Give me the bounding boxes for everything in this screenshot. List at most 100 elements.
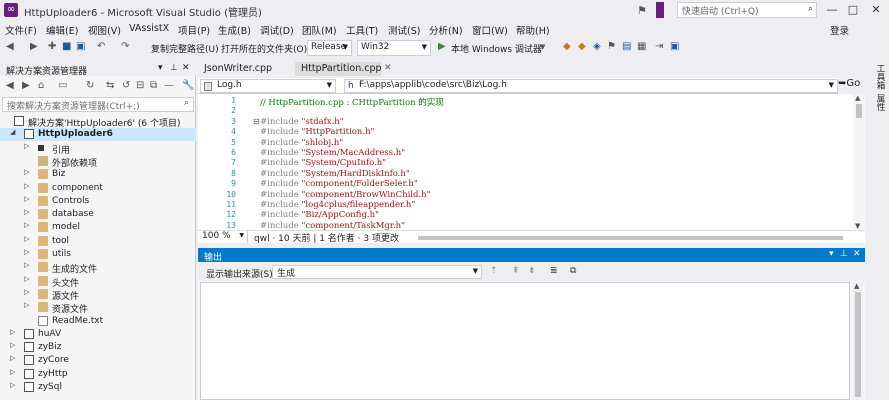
tab-httppartition[interactable]: HttpPartition.cpp [295,62,382,76]
va-tool-icon[interactable]: ◈ [593,41,601,52]
collapsed-arrow-icon[interactable]: ▷ [24,248,29,256]
tree-folder-item[interactable]: ▷ Controls [0,195,196,208]
collapsed-arrow-icon[interactable]: ▷ [24,235,29,243]
solution-search-input[interactable]: 搜索解决方案资源管理器(Ctrl+;) ⌕ [2,97,194,112]
wrench-icon[interactable]: 🔧 [182,80,194,91]
tree-folder-item[interactable]: ▷ 头文件 [0,275,196,289]
minimize-button[interactable]: — [822,2,842,18]
collapse-all-icon[interactable]: ⊟ [136,80,144,91]
restore-button[interactable]: □ [843,2,863,18]
feedback-flag-icon[interactable]: ⚑ [637,4,647,17]
tree-project-item[interactable]: ▷ huAV [0,328,196,341]
tree-project-item[interactable]: ▷ zySql [0,381,196,394]
menu-window[interactable]: 窗口(W) [472,23,508,37]
open-containing-folder-button[interactable]: 打开所在的文件夹(O) [221,42,307,55]
tree-folder-item[interactable]: ▷ component [0,182,196,195]
tree-item[interactable]: ▷ 引用 [0,142,196,156]
undo-icon[interactable]: ↶ [97,41,105,52]
forward-icon[interactable]: ▶ [30,41,38,52]
comment-icon[interactable]: ▤ [622,41,631,52]
collapsed-arrow-icon[interactable]: ▷ [10,328,15,336]
va-tool-icon[interactable]: ◆ [563,41,571,52]
minus-icon[interactable]: — [164,80,174,91]
close-button[interactable]: ✕ [866,2,886,18]
editor-vertical-scrollbar[interactable]: ▲ ▼ [853,94,865,230]
copy-full-path-button[interactable]: 复制完整路径(U) [151,42,219,55]
collapsed-arrow-icon[interactable]: ▷ [24,208,29,216]
go-button[interactable]: ➥Go [838,78,874,94]
expanded-arrow-icon[interactable]: ◢ [10,128,15,136]
tree-project-item[interactable]: ▷ zyBiz [0,341,196,354]
clear-all-icon[interactable]: ≣ [550,266,558,276]
history-icon[interactable]: ↻ [86,80,94,91]
collapsed-arrow-icon[interactable]: ▷ [24,275,29,283]
menu-help[interactable]: 帮助(H) [516,23,550,37]
tree-folder-item[interactable]: ▷ model [0,221,196,234]
previous-message-icon[interactable]: ⇞ [512,266,520,276]
tree-item[interactable]: 外部依赖项 [0,155,196,169]
code-editor[interactable]: 1 2 3 4 5 6 7 8 9 10 11 12 13 // HttpPartition.cpp :… [198,94,853,231]
run-icon[interactable]: ▶ [438,41,446,52]
scrollbar-thumb[interactable] [855,292,861,397]
menu-analyze[interactable]: 分析(N) [429,23,463,37]
save-icon[interactable]: ■ [62,41,71,52]
menu-debug[interactable]: 调试(D) [260,23,294,37]
collapsed-arrow-icon[interactable]: ▷ [10,341,15,349]
va-tool-icon[interactable]: ◆ [578,41,586,52]
menu-build[interactable]: 生成(B) [218,23,251,37]
fold-toggle-icon[interactable]: ⊟ [253,117,260,126]
collapsed-arrow-icon[interactable]: ▷ [10,368,15,376]
toolbox-tab[interactable]: 工具箱 [874,64,886,90]
collapsed-arrow-icon[interactable]: ▷ [10,381,15,389]
collapsed-arrow-icon[interactable]: ▷ [24,195,29,203]
collapsed-arrow-icon[interactable]: ▷ [24,182,29,190]
menu-test[interactable]: 测试(S) [388,23,420,37]
show-all-files-icon[interactable]: ⧉ [150,80,157,91]
close-icon[interactable]: ✕ [182,63,190,73]
forward-icon[interactable]: ▶ [22,80,30,91]
menu-view[interactable]: 视图(V) [88,23,121,37]
menu-team[interactable]: 团队(M) [302,23,337,37]
tree-folder-item[interactable]: ▷ 资源文件 [0,301,196,315]
tree-folder-item[interactable]: ▷ tool [0,235,196,248]
go-to-error-icon[interactable]: ⇡ [490,266,498,276]
file-dropdown[interactable]: Log.h ▼ [200,79,336,93]
configuration-dropdown[interactable]: Release ▼ [307,40,352,56]
next-message-icon[interactable]: ⇟ [528,266,536,276]
scroll-up-icon[interactable]: ▲ [854,282,859,290]
tree-item[interactable]: ReadMe.txt [0,315,196,328]
collapsed-arrow-icon[interactable]: ▷ [24,288,29,296]
collapsed-arrow-icon[interactable]: ▷ [24,221,29,229]
collapsed-arrow-icon[interactable]: ▷ [24,301,29,309]
close-icon[interactable]: ✕ [853,249,861,259]
tree-project-item[interactable]: ▷ zyHttp [0,368,196,381]
collapsed-arrow-icon[interactable]: ▷ [24,261,29,269]
tree-project-item[interactable]: ◢ HttpUploader6 [0,128,196,142]
switch-view-icon[interactable]: ▭ [58,80,67,91]
refresh-icon[interactable]: ↺ [122,80,130,91]
scroll-up-icon[interactable]: ▲ [855,94,860,102]
tree-project-item[interactable]: ▷ zyCore [0,354,196,367]
collapsed-arrow-icon[interactable]: ▷ [24,168,29,176]
pin-icon[interactable]: ⊥ [840,249,848,259]
output-source-dropdown[interactable]: 生成 ▼ [272,265,482,279]
quick-launch-input[interactable]: 快速启动 (Ctrl+Q) ⌕ [677,2,817,18]
indent-icon[interactable]: ⇥ [655,41,663,52]
word-wrap-icon[interactable]: ⧉ [570,266,576,276]
output-vertical-scrollbar[interactable]: ▲ [853,282,863,400]
menu-tools[interactable]: 工具(T) [346,23,378,37]
menu-project[interactable]: 项目(P) [178,23,210,37]
chevron-down-icon[interactable]: ▼ [540,43,545,51]
back-icon[interactable]: ◀ [6,41,14,52]
tree-folder-item[interactable]: ▷ Biz [0,168,196,181]
menu-file[interactable]: 文件(F) [5,23,37,37]
tree-folder-item[interactable]: ▷ database [0,208,196,221]
back-icon[interactable]: ◀ [6,80,14,91]
notification-icon[interactable] [656,2,664,18]
menu-vassistx[interactable]: VAssistX [129,23,169,34]
chevron-down-icon[interactable]: ▾ [829,249,834,259]
platform-dropdown[interactable]: Win32 ▼ [357,40,431,56]
codelens-info[interactable]: qwl · 10 天前 | 1 名作者 · 3 项更改 [254,231,399,244]
new-project-icon[interactable]: ✚ [48,41,56,52]
collapsed-arrow-icon[interactable]: ▷ [10,354,15,362]
